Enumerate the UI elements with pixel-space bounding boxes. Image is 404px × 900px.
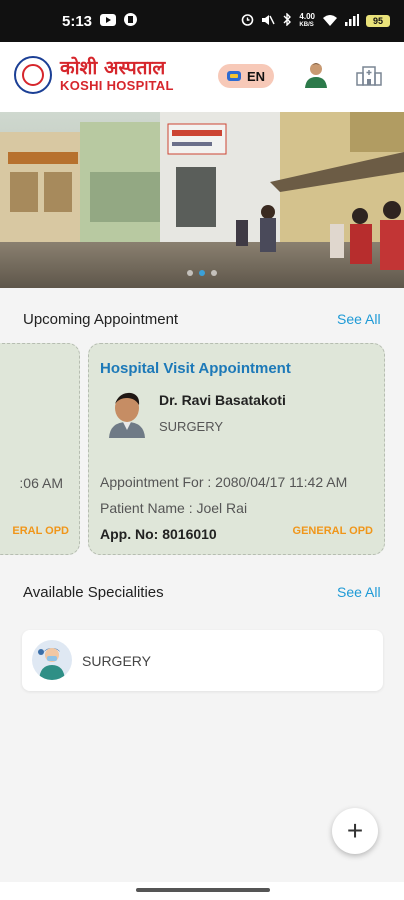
- logo-icon[interactable]: [14, 56, 52, 94]
- brand-nepali: कोशी अस्पताल: [60, 57, 166, 79]
- doctor-name: Dr. Ravi Basatakoti: [159, 392, 286, 408]
- notification-icon: [124, 13, 138, 29]
- carousel-dot-active[interactable]: [199, 270, 205, 276]
- bluetooth-icon: [282, 12, 292, 29]
- specialities-see-all-link[interactable]: See All: [337, 584, 381, 600]
- language-button[interactable]: EN: [218, 64, 274, 88]
- specialities-title: Available Specialities: [23, 584, 164, 601]
- system-nav-bar: [0, 882, 404, 900]
- surgeon-icon: [32, 640, 72, 680]
- youtube-icon: [100, 13, 117, 29]
- hospital-icon[interactable]: [356, 64, 382, 86]
- appointment-card[interactable]: Hospital Visit Appointment Dr. Ravi Basa…: [88, 343, 385, 555]
- mute-icon: [261, 14, 276, 29]
- opd-badge: GENERAL OPD: [292, 525, 373, 537]
- doctor-department: SURGERY: [159, 419, 224, 434]
- appointment-time-fragment: :06 AM: [19, 475, 63, 491]
- battery-icon: 95: [366, 15, 390, 27]
- language-label: EN: [246, 68, 266, 84]
- hospital-photo: [0, 112, 404, 288]
- patient-name: Patient Name : Joel Rai: [100, 500, 248, 516]
- doctor-avatar: [107, 390, 147, 438]
- brand-english: KOSHI HOSPITAL: [60, 78, 174, 93]
- plus-icon: +: [346, 815, 364, 846]
- carousel-dot[interactable]: [187, 270, 193, 276]
- appointment-datetime: Appointment For : 2080/04/17 11:42 AM: [100, 474, 348, 490]
- appointment-number: App. No: 8016010: [100, 526, 217, 542]
- upcoming-appointment-title: Upcoming Appointment: [23, 311, 179, 328]
- carousel-dots: [0, 270, 404, 276]
- carousel-dot[interactable]: [211, 270, 217, 276]
- brand[interactable]: कोशी अस्पताल KOSHI HOSPITAL: [60, 58, 174, 93]
- speciality-label: SURGERY: [82, 653, 151, 669]
- upcoming-see-all-link[interactable]: See All: [337, 311, 381, 327]
- speciality-item-surgery[interactable]: SURGERY: [22, 630, 383, 691]
- add-appointment-button[interactable]: +: [332, 808, 378, 854]
- home-indicator[interactable]: [136, 888, 270, 892]
- user-avatar-icon[interactable]: [302, 60, 330, 88]
- appointment-card-previous[interactable]: :06 AM ERAL OPD: [0, 343, 80, 555]
- hospital-banner-carousel[interactable]: [0, 112, 404, 288]
- status-time: 5:13: [62, 12, 93, 30]
- language-flag-icon: [226, 71, 241, 81]
- alarm-icon: [241, 13, 254, 29]
- appointment-card-title: Hospital Visit Appointment: [100, 360, 291, 377]
- opd-badge-fragment: ERAL OPD: [12, 525, 69, 537]
- app-header: कोशी अस्पताल KOSHI HOSPITAL EN: [0, 42, 404, 112]
- network-speed: 4.00 KB/S: [299, 12, 315, 29]
- wifi-icon: [322, 14, 338, 29]
- status-bar: 5:13 4.00 KB/S 95: [0, 0, 404, 42]
- appointment-carousel[interactable]: :06 AM ERAL OPD Hospital Visit Appointme…: [0, 343, 404, 557]
- signal-icon: [345, 13, 359, 29]
